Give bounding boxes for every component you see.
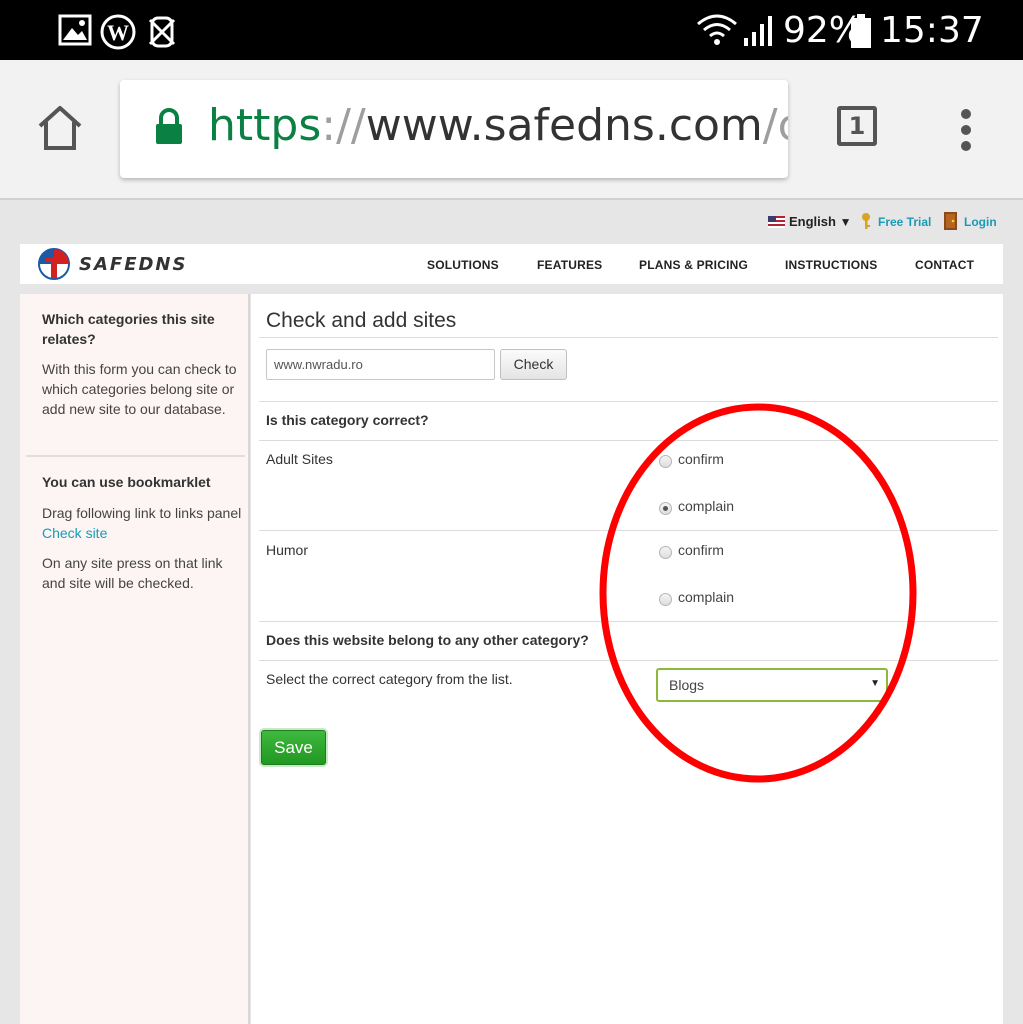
divider: [259, 621, 998, 622]
url-host: www.safedns.com: [365, 100, 763, 151]
vpn-icon: [148, 16, 176, 48]
nav-plans-pricing[interactable]: PLANS & PRICING: [639, 258, 748, 272]
us-flag-icon: [768, 216, 785, 228]
category-select[interactable]: Blogs ▼: [656, 668, 888, 702]
save-button[interactable]: Save: [261, 730, 326, 765]
radio-label[interactable]: complain: [678, 589, 734, 605]
url-path: /ch: [762, 100, 788, 151]
radio-label[interactable]: confirm: [678, 451, 724, 467]
category-name: Adult Sites: [266, 451, 333, 467]
language-label: English: [789, 214, 836, 229]
check-site-link[interactable]: Check site: [42, 525, 107, 541]
divider: [259, 530, 998, 531]
dropdown-arrow-icon: ▼: [870, 678, 880, 689]
language-selector[interactable]: English ▼: [789, 214, 851, 229]
url-scheme: https: [208, 100, 322, 151]
nav-solutions[interactable]: SOLUTIONS: [427, 258, 499, 272]
check-button[interactable]: Check: [500, 349, 567, 380]
nav-instructions[interactable]: INSTRUCTIONS: [785, 258, 877, 272]
divider: [259, 660, 998, 661]
status-bar: W 92% 15:37: [0, 0, 1023, 60]
tab-count: 1: [848, 112, 866, 140]
lock-icon: [156, 108, 182, 144]
divider: [259, 401, 998, 402]
url-text: https://www.safedns.com/ch: [208, 100, 788, 151]
svg-text:W: W: [107, 20, 129, 45]
sidebar-title-categories: Which categories this site relates?: [42, 311, 215, 347]
key-icon: [862, 213, 870, 229]
nav-features[interactable]: FEATURES: [537, 258, 602, 272]
nav-contact[interactable]: CONTACT: [915, 258, 974, 272]
url-separator: ://: [321, 100, 366, 151]
divider: [259, 337, 998, 338]
site-navigation: SAFEDNS SOLUTIONS FEATURES PLANS & PRICI…: [20, 244, 1003, 284]
image-icon: [58, 14, 92, 46]
site-input[interactable]: [266, 349, 495, 380]
clock: 15:37: [880, 10, 984, 51]
battery-icon: [851, 14, 871, 48]
divider: [259, 440, 998, 441]
selected-category: Blogs: [669, 677, 705, 693]
complain-radio[interactable]: [659, 593, 672, 606]
top-links: English ▼ Free Trial Login: [0, 210, 1023, 236]
safedns-logo-text: SAFEDNS: [79, 254, 188, 275]
complain-radio[interactable]: [659, 502, 672, 515]
safedns-logo-icon[interactable]: [37, 247, 71, 281]
bookmarklet-instruction: Drag following link to links panel: [42, 505, 242, 521]
door-icon: [944, 212, 957, 230]
question-other-category: Does this website belong to any other ca…: [266, 632, 589, 648]
question-category-correct: Is this category correct?: [266, 412, 429, 428]
sidebar-usage-text: On any site press on that link and site …: [42, 555, 223, 591]
category-name: Humor: [266, 542, 309, 558]
select-prompt: Select the correct category from the lis…: [266, 671, 513, 687]
caret-down-icon: ▼: [839, 215, 852, 229]
page-title: Check and add sites: [266, 309, 457, 332]
browser-toolbar: https://www.safedns.com/ch 1: [0, 60, 1023, 200]
sidebar: Which categories this site relates? With…: [20, 294, 250, 1024]
sidebar-divider: [26, 455, 245, 457]
sidebar-description: With this form you can check to which ca…: [42, 361, 237, 417]
tab-switcher-button[interactable]: 1: [837, 106, 877, 146]
main-content: Check and add sites Check Is this catego…: [251, 294, 1003, 1024]
more-menu-icon[interactable]: [956, 108, 976, 152]
free-trial-link[interactable]: Free Trial: [878, 215, 931, 229]
confirm-radio[interactable]: [659, 546, 672, 559]
radio-label[interactable]: confirm: [678, 542, 724, 558]
wordpress-icon: W: [100, 14, 136, 50]
wifi-icon: [697, 14, 737, 45]
confirm-radio[interactable]: [659, 455, 672, 468]
signal-icon: [744, 16, 772, 46]
address-bar[interactable]: https://www.safedns.com/ch: [120, 80, 788, 178]
home-icon[interactable]: [36, 104, 84, 152]
sidebar-bookmarklet-text: Drag following link to links panel Check…: [42, 503, 242, 543]
radio-label[interactable]: complain: [678, 498, 734, 514]
login-link[interactable]: Login: [964, 215, 997, 229]
sidebar-title-bookmarklet: You can use bookmarklet: [42, 474, 211, 490]
